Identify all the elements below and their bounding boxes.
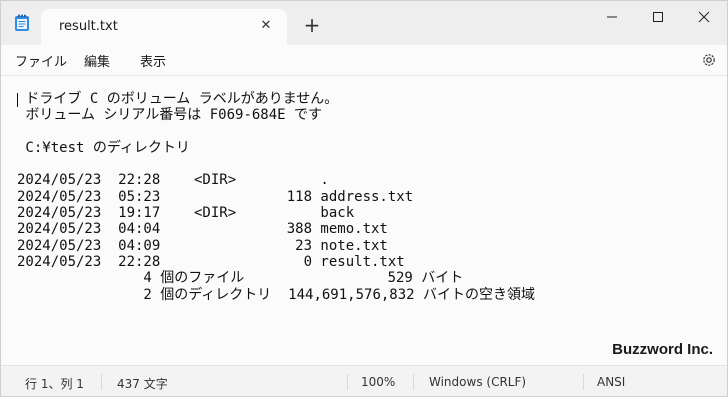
- close-icon: [698, 11, 710, 23]
- new-tab-plus-icon[interactable]: +: [301, 15, 323, 37]
- maximize-icon: [653, 12, 663, 22]
- status-divider: [413, 374, 414, 390]
- status-encoding[interactable]: ANSI: [597, 375, 625, 389]
- text-line: [17, 124, 535, 140]
- status-divider: [347, 374, 348, 390]
- maximize-button[interactable]: [635, 1, 681, 33]
- settings-gear-icon[interactable]: [701, 52, 717, 68]
- status-divider: [583, 374, 584, 390]
- text-line: [17, 156, 535, 172]
- menu-view[interactable]: 表示: [140, 51, 166, 70]
- close-window-button[interactable]: [681, 1, 727, 33]
- text-line: C:¥test のディレクトリ: [17, 139, 190, 156]
- tab-close-icon[interactable]: ✕: [257, 17, 275, 35]
- text-line: 2024/05/23 22:28 <DIR> .: [17, 172, 329, 189]
- status-char-count: 437 文字: [117, 377, 168, 391]
- text-line: 2024/05/23 04:09 23 note.txt: [17, 237, 388, 254]
- status-divider: [101, 374, 102, 390]
- tab-title: result.txt: [59, 19, 118, 34]
- tab-result-txt[interactable]: result.txt ✕: [41, 9, 287, 45]
- status-cursor-position[interactable]: 行 1、列 1: [25, 375, 84, 392]
- minimize-icon: [607, 16, 617, 18]
- text-line: 2 個のディレクトリ 144,691,576,832 バイトの空き領域: [17, 286, 536, 303]
- notepad-window: result.txt ✕ + ファイル 編集 表示 ドライブ C のボリューム …: [0, 0, 728, 397]
- watermark-logo: Buzzword Inc.: [612, 341, 713, 358]
- text-line: ボリューム シリアル番号は F069-684E です: [17, 107, 323, 124]
- text-line: 2024/05/23 22:28 0 result.txt: [17, 253, 405, 270]
- text-line: 2024/05/23 19:17 <DIR> back: [17, 205, 355, 222]
- status-zoom[interactable]: 100%: [361, 375, 395, 389]
- menu-edit[interactable]: 編集: [84, 51, 110, 70]
- menu-file[interactable]: ファイル: [15, 51, 67, 70]
- text-editor-area[interactable]: ドライブ C のボリューム ラベルがありません。 ボリューム シリアル番号は F…: [1, 75, 727, 366]
- notepad-app-icon: [15, 14, 29, 31]
- title-bar: result.txt ✕ +: [1, 1, 727, 45]
- text-line: 2024/05/23 05:23 118 address.txt: [17, 188, 414, 205]
- status-line-ending[interactable]: Windows (CRLF): [429, 375, 526, 389]
- minimize-button[interactable]: [589, 1, 635, 33]
- status-bar: 行 1、列 1 437 文字 100% Windows (CRLF) ANSI: [1, 365, 727, 396]
- menu-bar: ファイル 編集 表示: [1, 45, 727, 75]
- text-line: 2024/05/23 04:04 388 memo.txt: [17, 221, 388, 238]
- document-text: ドライブ C のボリューム ラベルがありません。 ボリューム シリアル番号は F…: [17, 91, 535, 303]
- text-line: ドライブ C のボリューム ラベルがありません。: [17, 91, 339, 107]
- text-line: 4 個のファイル 529 バイト: [17, 270, 464, 287]
